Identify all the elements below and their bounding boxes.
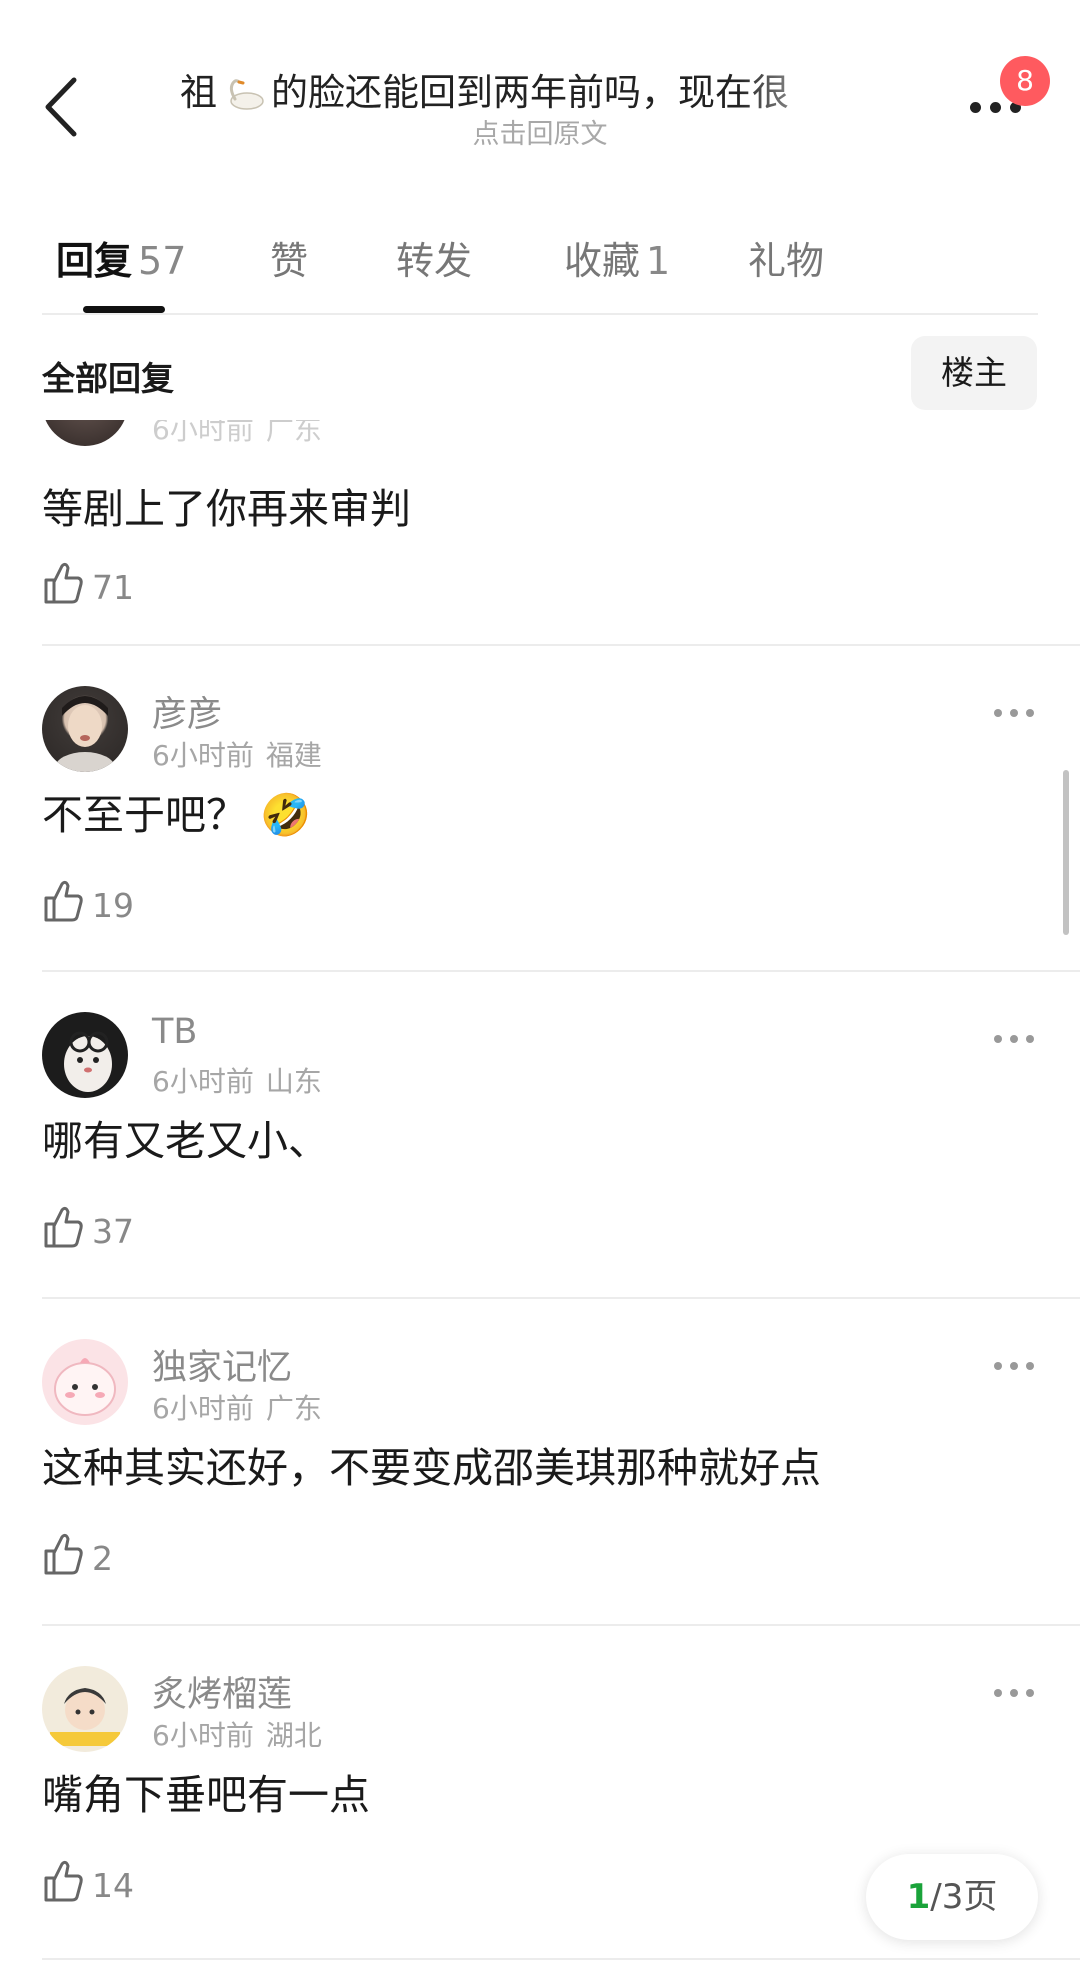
tab-reposts-label: 转发 bbox=[396, 239, 473, 283]
comment-meta: 6小时前 广东 bbox=[152, 1387, 322, 1427]
comment-item: TB 6小时前 山东 哪有又老又小、 37 bbox=[0, 972, 1080, 1297]
tab-reposts[interactable]: 转发 bbox=[396, 230, 472, 285]
comment-location: 福建 bbox=[265, 739, 322, 772]
divider bbox=[42, 1958, 1080, 1960]
thumbs-up-icon bbox=[44, 562, 83, 604]
page-indicator[interactable]: 1/3页 bbox=[866, 1854, 1038, 1940]
thumbs-up-icon bbox=[44, 880, 83, 922]
op-only-button[interactable]: 楼主 bbox=[911, 336, 1037, 410]
total-pages: /3页 bbox=[930, 1877, 998, 1917]
comment-more-icon[interactable] bbox=[994, 1359, 1038, 1373]
filter-row: 全部回复 楼主 bbox=[0, 330, 1080, 420]
all-replies-label: 全部回复 bbox=[42, 359, 174, 398]
tab-likes[interactable]: 赞 bbox=[270, 230, 308, 285]
comment-time: 6小时前 bbox=[152, 1719, 254, 1752]
comment-text: 不至于吧？ 🤣 bbox=[42, 781, 311, 841]
active-tab-indicator bbox=[83, 306, 165, 313]
avatar[interactable] bbox=[42, 1666, 128, 1752]
post-title-prefix: 祖 bbox=[180, 71, 217, 114]
scrollbar[interactable] bbox=[1063, 770, 1069, 935]
comment-meta: 6小时前 湖北 bbox=[152, 1714, 322, 1754]
tab-favorites-count: 1 bbox=[646, 239, 671, 283]
comment-item: 6小时前 广东 等剧上了你再来审判 71 bbox=[0, 420, 1080, 650]
tab-bar: 回复 57 赞 转发 收藏 1 礼物 bbox=[0, 222, 1080, 313]
like-count: 2 bbox=[92, 1539, 113, 1578]
back-to-original-link[interactable]: 点击回原文 bbox=[0, 112, 1080, 151]
comment-meta: 6小时前 广东 bbox=[152, 420, 322, 448]
thumbs-up-icon bbox=[44, 1860, 83, 1902]
comment-username[interactable]: TB bbox=[152, 1012, 197, 1052]
comment-time: 6小时前 bbox=[152, 1065, 254, 1098]
like-count: 37 bbox=[92, 1212, 134, 1251]
like-count: 19 bbox=[92, 886, 134, 925]
comment-more-icon[interactable] bbox=[994, 1686, 1038, 1700]
comment-meta: 6小时前 福建 bbox=[152, 734, 322, 774]
comment-location: 广东 bbox=[265, 420, 322, 446]
comment-text: 这种其实还好，不要变成邵美琪那种就好点 bbox=[42, 1444, 821, 1492]
comment-text: 嘴角下垂吧有一点 bbox=[42, 1771, 370, 1819]
comment-text: 等剧上了你再来审判 bbox=[42, 485, 411, 533]
tab-favorites[interactable]: 收藏 1 bbox=[564, 230, 670, 285]
avatar[interactable] bbox=[42, 1339, 128, 1425]
tab-gifts[interactable]: 礼物 bbox=[748, 230, 824, 285]
comment-username[interactable]: 炙烤榴莲 bbox=[152, 1666, 292, 1717]
comment-more-icon[interactable] bbox=[994, 1032, 1038, 1046]
comment-location: 山东 bbox=[265, 1065, 322, 1098]
comment-text-content: 不至于吧？ bbox=[42, 791, 247, 839]
thumbs-up-icon bbox=[44, 1533, 83, 1575]
like-count: 71 bbox=[92, 568, 134, 607]
avatar[interactable] bbox=[42, 420, 128, 446]
notification-badge: 8 bbox=[1000, 56, 1050, 106]
divider bbox=[42, 313, 1038, 315]
comment-location: 湖北 bbox=[265, 1719, 322, 1752]
comment-time: 6小时前 bbox=[152, 420, 254, 446]
tab-likes-label: 赞 bbox=[270, 239, 309, 283]
comment-username[interactable]: 彦彦 bbox=[152, 686, 222, 737]
comment-item: 独家记忆 6小时前 广东 这种其实还好，不要变成邵美琪那种就好点 2 bbox=[0, 1299, 1080, 1624]
tab-replies-count: 57 bbox=[138, 239, 187, 283]
comment-location: 广东 bbox=[265, 1392, 322, 1425]
thumbs-up-icon bbox=[44, 1206, 83, 1248]
tab-favorites-label: 收藏 bbox=[564, 239, 641, 283]
avatar[interactable] bbox=[42, 1012, 128, 1098]
like-count: 14 bbox=[92, 1866, 134, 1905]
comment-username[interactable]: 独家记忆 bbox=[152, 1339, 292, 1390]
comment-text: 哪有又老又小、 bbox=[42, 1117, 329, 1165]
rofl-emoji-icon: 🤣 bbox=[260, 791, 312, 839]
comment-item: 彦彦 6小时前 福建 不至于吧？ 🤣 19 bbox=[0, 646, 1080, 971]
post-title-text: 的脸还能回到两年前吗，现在很 bbox=[271, 71, 789, 114]
current-page: 1 bbox=[906, 1877, 931, 1917]
tab-replies[interactable]: 回复 57 bbox=[56, 230, 186, 285]
tab-gifts-label: 礼物 bbox=[748, 239, 825, 283]
comment-time: 6小时前 bbox=[152, 739, 254, 772]
comment-time: 6小时前 bbox=[152, 1392, 254, 1425]
tab-replies-label: 回复 bbox=[56, 239, 133, 283]
comment-meta: 6小时前 山东 bbox=[152, 1060, 322, 1100]
top-bar: 祖 的脸还能回到两年前吗，现在很 点击回原文 8 bbox=[0, 0, 1080, 200]
comment-more-icon[interactable] bbox=[994, 706, 1038, 720]
avatar[interactable] bbox=[42, 686, 128, 772]
